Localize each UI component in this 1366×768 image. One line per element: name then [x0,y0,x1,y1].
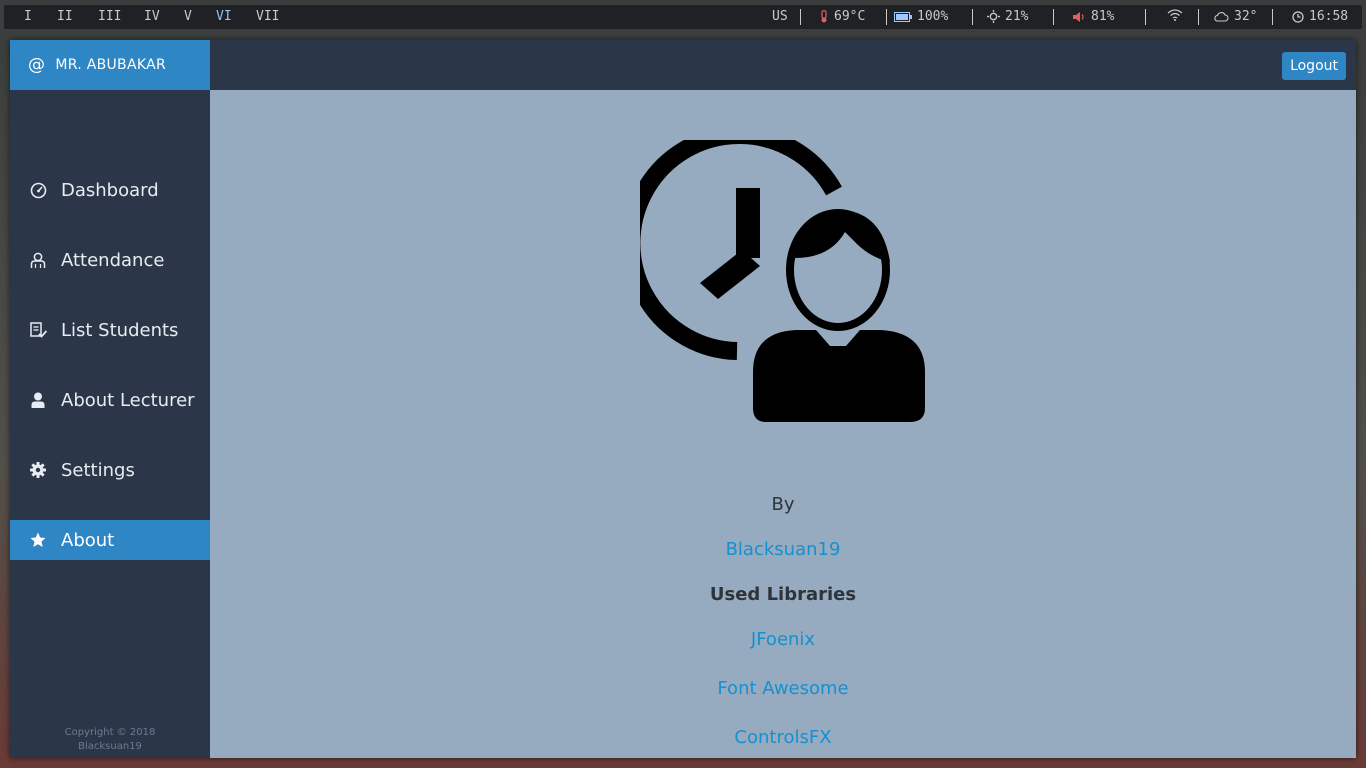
list-check-icon [29,321,47,339]
sidebar-item-label: List Students [61,319,179,341]
speaker-icon [1073,11,1084,22]
battery-indicator: 100% [894,9,948,24]
sidebar-item-label: About [61,529,115,551]
user-badge[interactable]: @ MR. ABUBAKAR [10,40,210,90]
weather-value: 32° [1234,9,1258,24]
keyboard-layout[interactable]: US [772,9,788,24]
workspace-2[interactable]: II [57,9,73,24]
user-name: MR. ABUBAKAR [55,57,166,73]
attendance-icon [29,251,47,269]
temperature-value: 69°C [834,9,866,24]
workspace-3[interactable]: III [98,9,121,24]
user-icon [29,391,47,409]
copyright-line: Copyright © 2018 [64,727,156,738]
battery-value: 100% [917,9,949,24]
clock-icon [1292,10,1304,23]
cloud-icon [1214,12,1229,22]
divider [972,9,973,25]
at-sign-icon: @ [28,55,46,75]
sidebar-item-label: About Lecturer [61,389,195,411]
divider [886,9,887,25]
workspace-5[interactable]: V [184,9,192,24]
workspace-1[interactable]: I [24,9,32,24]
library-link-font-awesome[interactable]: Font Awesome [210,678,1356,699]
divider [1272,9,1273,25]
volume-value: 81% [1091,9,1115,24]
battery-icon [894,11,912,22]
divider [1198,9,1199,25]
weather-indicator: 32° [1213,9,1257,24]
brightness-icon [987,10,1000,23]
app-window: @ MR. ABUBAKAR Dashboard Attendance List… [10,40,1356,758]
dashboard-gauge-icon [29,181,47,199]
star-icon [29,531,47,549]
sidebar-item-list-students[interactable]: List Students [10,310,210,350]
sidebar-item-dashboard[interactable]: Dashboard [10,170,210,210]
thermometer-icon [821,10,827,23]
used-libraries-heading: Used Libraries [709,584,857,605]
sidebar-item-label: Settings [61,459,135,481]
sidebar-item-label: Attendance [61,249,165,271]
workspace-7[interactable]: VII [256,9,279,24]
brightness-indicator: 21% [987,9,1028,24]
wifi-icon [1167,9,1183,21]
clock-user-icon [640,140,925,422]
workspace-6[interactable]: VI [216,9,232,24]
sidebar-item-attendance[interactable]: Attendance [10,240,210,280]
clock-indicator: 16:58 [1292,9,1348,24]
divider [1053,9,1054,25]
system-status-bar: I II III IV V VI VII US 69°C 100% 21% 81… [4,5,1362,29]
brightness-value: 21% [1005,9,1029,24]
sidebar-item-settings[interactable]: Settings [10,450,210,490]
copyright-notice: Copyright © 2018 Blacksuan19 [10,726,210,754]
volume-indicator[interactable]: 81% [1072,9,1114,24]
wifi-indicator[interactable] [1167,9,1183,21]
workspace-4[interactable]: IV [144,9,160,24]
gear-icon [29,461,47,479]
library-link-controlsfx[interactable]: ControlsFX [210,727,1356,748]
sidebar-item-label: Dashboard [61,179,159,201]
divider [1145,9,1146,25]
sidebar-item-about[interactable]: About [10,520,210,560]
logout-button[interactable]: Logout [1282,52,1346,80]
by-label: By [771,494,795,515]
author-link[interactable]: Blacksuan19 [210,539,1356,560]
header-bar: Logout [210,40,1356,90]
divider [800,9,801,25]
temperature-indicator: 69°C [819,9,865,24]
clock-value: 16:58 [1309,9,1349,24]
sidebar: @ MR. ABUBAKAR Dashboard Attendance List… [10,40,210,758]
about-content: By Blacksuan19 Used Libraries JFoenix Fo… [210,90,1356,758]
copyright-author: Blacksuan19 [78,741,142,752]
library-link-jfoenix[interactable]: JFoenix [210,629,1356,650]
sidebar-item-about-lecturer[interactable]: About Lecturer [10,380,210,420]
